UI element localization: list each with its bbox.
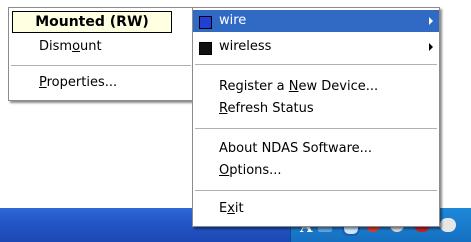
menu-separator [195, 128, 437, 129]
wireless-item[interactable]: wireless [193, 36, 439, 58]
properties-item[interactable]: Properties... [9, 72, 193, 94]
menu-separator [195, 190, 437, 191]
options-label: Options... [219, 163, 282, 178]
tray-icon-arrow[interactable] [440, 218, 456, 232]
register-device-label: Register a New Device... [219, 79, 379, 94]
dismount-label: Dismount [39, 39, 102, 54]
mounted-status[interactable]: Mounted (RW) [12, 11, 172, 33]
exit-label: Exit [219, 201, 244, 216]
ndas-context-menu: wire wireless Register a New Device... R… [192, 7, 440, 227]
about-item[interactable]: About NDAS Software... [193, 138, 439, 160]
submenu-arrow-icon [429, 43, 433, 51]
device-submenu: Mounted (RW) Dismount Properties... [8, 7, 194, 101]
refresh-status-item[interactable]: Refresh Status [193, 98, 439, 120]
about-label: About NDAS Software... [219, 141, 373, 156]
submenu-arrow-icon [429, 17, 433, 25]
options-item[interactable]: Options... [193, 160, 439, 182]
wire-item[interactable]: wire [193, 10, 439, 32]
wire-label: wire [219, 13, 247, 28]
register-device-item[interactable]: Register a New Device... [193, 76, 439, 98]
black-square-icon [199, 42, 212, 55]
menu-separator [195, 64, 437, 65]
blue-square-icon [199, 16, 212, 29]
properties-label: Properties... [39, 75, 118, 90]
wireless-label: wireless [219, 39, 272, 54]
refresh-status-label: Refresh Status [219, 101, 314, 116]
dismount-item[interactable]: Dismount [9, 36, 193, 58]
exit-item[interactable]: Exit [193, 198, 439, 220]
menu-separator [11, 65, 191, 66]
